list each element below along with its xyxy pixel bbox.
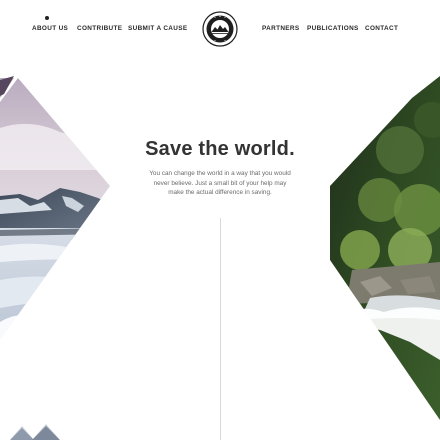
nav-about-us[interactable]: ABOUT US bbox=[32, 25, 68, 33]
active-indicator-dot bbox=[45, 16, 49, 20]
nav-publications[interactable]: PUBLICATIONS bbox=[307, 25, 359, 33]
logo-badge-icon[interactable] bbox=[202, 11, 238, 47]
nav-contribute[interactable]: CONTRIBUTE bbox=[77, 25, 122, 33]
nav-partners[interactable]: PARTNERS bbox=[262, 25, 299, 33]
hero-body-text: You can change the world in a way that y… bbox=[149, 170, 291, 197]
nav-submit-a-cause[interactable]: SUBMIT A CAUSE bbox=[128, 25, 187, 33]
hero-title: Save the world. bbox=[145, 138, 295, 160]
main-nav: ABOUT US CONTRIBUTE SUBMIT A CAUSE PARTN… bbox=[0, 0, 440, 60]
nav-contact[interactable]: CONTACT bbox=[365, 25, 398, 33]
vertical-divider bbox=[220, 218, 221, 440]
